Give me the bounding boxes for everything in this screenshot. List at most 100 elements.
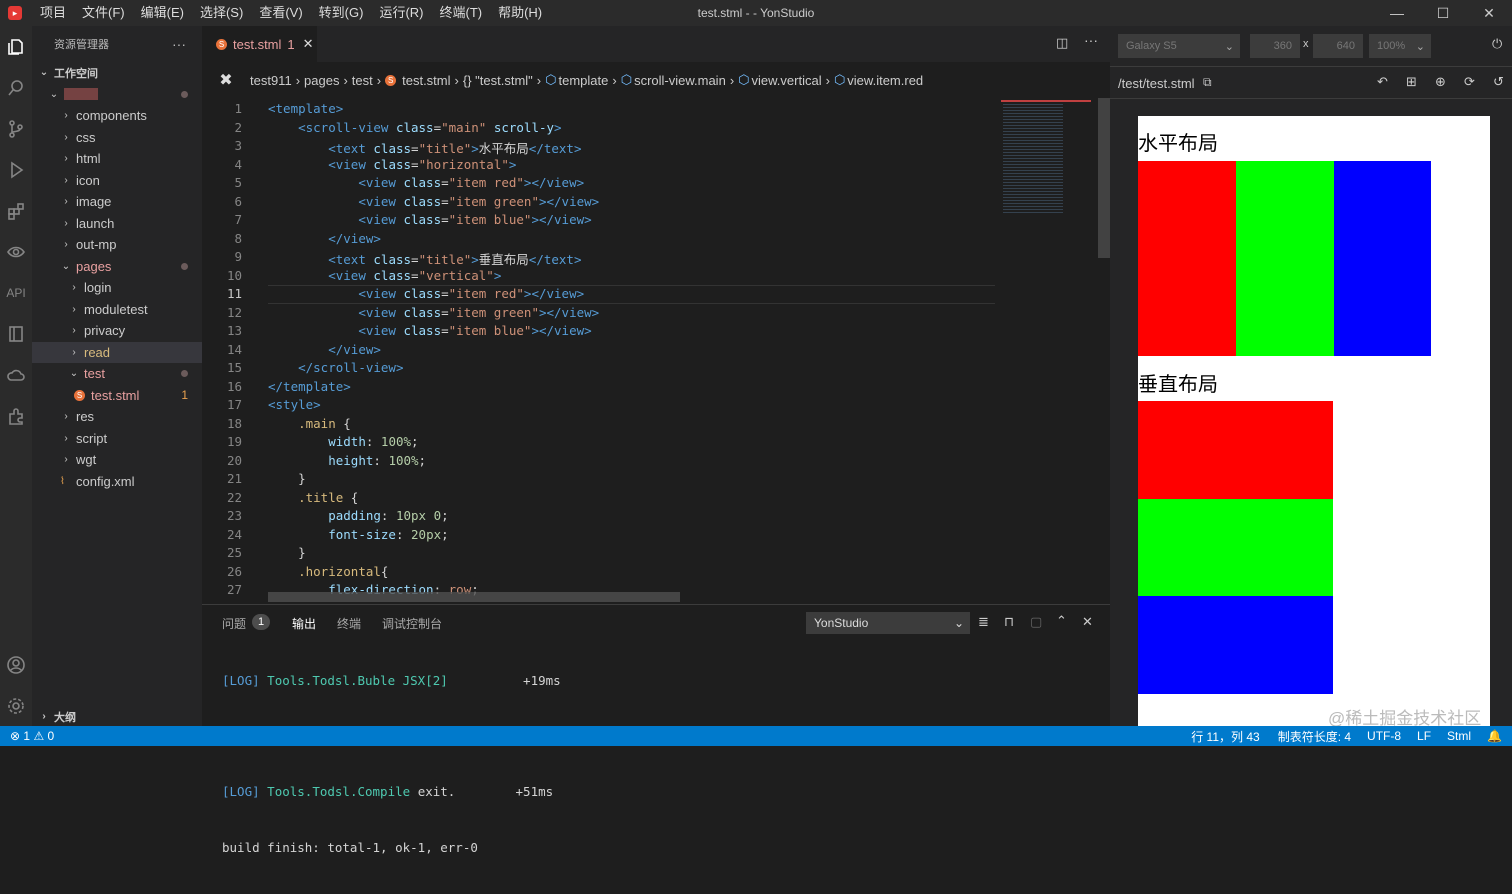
target-icon[interactable]: ⊕ <box>1435 74 1446 90</box>
tab-output[interactable]: 输出 <box>292 615 316 632</box>
menu-help[interactable]: 帮助(H) <box>490 0 550 26</box>
tree-item-wgt[interactable]: › wgt <box>32 449 202 471</box>
cursor-position[interactable]: 行 11，列 43 <box>1191 728 1259 745</box>
api-icon[interactable]: API <box>0 272 32 313</box>
breadcrumb-item[interactable]: scroll-view.main <box>634 73 726 88</box>
tree-item-test-stml[interactable]: Stest.stml 1 <box>32 385 202 407</box>
search-icon[interactable] <box>0 67 32 108</box>
breadcrumb-item[interactable]: view.vertical <box>752 73 822 88</box>
vertical-scrollbar[interactable] <box>1098 98 1110 604</box>
more-actions-icon[interactable]: ··· <box>172 36 186 52</box>
menu-terminal[interactable]: 终端(T) <box>431 0 490 26</box>
settings-gear-icon[interactable] <box>0 685 32 726</box>
errors-status[interactable]: ⊗ 1 ⚠ 0 <box>10 729 54 743</box>
tree-item-script[interactable]: › script <box>32 428 202 450</box>
breadcrumb-item[interactable]: template <box>558 73 608 88</box>
breadcrumb-item[interactable]: test911 <box>250 73 292 88</box>
tree-item-css[interactable]: › css <box>32 127 202 149</box>
tree-item-pages[interactable]: ⌄ pages <box>32 256 202 278</box>
tree-item-out-mp[interactable]: › out-mp <box>32 234 202 256</box>
device-select[interactable]: Galaxy S5 ⌄ <box>1118 34 1240 58</box>
run-debug-icon[interactable] <box>0 149 32 190</box>
minimize-icon[interactable]: — <box>1374 0 1420 26</box>
zoom-select[interactable]: 100% ⌄ <box>1369 34 1431 58</box>
horizontal-layout-title: 水平布局 <box>1138 131 1218 155</box>
menu-view[interactable]: 查看(V) <box>251 0 310 26</box>
tree-item-image[interactable]: › image <box>32 191 202 213</box>
workspace-root[interactable]: ⌄ 工作空间 <box>32 62 202 84</box>
output-channel-select[interactable]: YonStudio ⌄ <box>806 612 970 634</box>
tools-icon[interactable]: ✖ <box>202 70 250 90</box>
notifications-bell-icon[interactable]: 🔔 <box>1487 729 1502 743</box>
chevron-right-icon: › <box>64 196 68 208</box>
inspect-icon[interactable]: ⊞ <box>1406 74 1417 90</box>
breadcrumb-item[interactable]: test <box>352 73 373 88</box>
close-window-icon[interactable]: ✕ <box>1466 0 1512 26</box>
menu-file[interactable]: 文件(F) <box>74 0 133 26</box>
breadcrumb-item[interactable]: view.item.red <box>847 73 923 88</box>
project-folder[interactable]: ⌄ <box>32 84 202 106</box>
status-bar: ⊗ 1 ⚠ 0 行 11，列 43 制表符长度: 4 UTF-8 LF Stml… <box>0 726 1512 746</box>
encoding[interactable]: UTF-8 <box>1367 729 1401 743</box>
menu-run[interactable]: 运行(R) <box>371 0 431 26</box>
back-icon[interactable]: ↶ <box>1377 74 1388 90</box>
tree-item-config-xml[interactable]: ⌇ config.xml <box>32 471 202 493</box>
tree-item-components[interactable]: › components <box>32 105 202 127</box>
tree-item-launch[interactable]: › launch <box>32 213 202 235</box>
cloud-icon[interactable] <box>0 354 32 395</box>
chevron-down-icon: ⌄ <box>49 88 59 100</box>
more-actions-icon[interactable]: ··· <box>1084 32 1098 48</box>
width-input[interactable]: 360 <box>1250 34 1300 58</box>
open-log-icon[interactable]: ▢ <box>1030 614 1042 630</box>
tree-item-test[interactable]: ⌄ test <box>32 363 202 385</box>
height-input[interactable]: 640 <box>1313 34 1363 58</box>
close-panel-icon[interactable]: ✕ <box>1082 614 1093 630</box>
tab-problems[interactable]: 问题 <box>222 615 246 632</box>
problems-count-badge: 1 <box>252 614 270 630</box>
tree-item-res[interactable]: › res <box>32 406 202 428</box>
clear-output-icon[interactable]: ≣ <box>978 614 989 630</box>
tab-terminal[interactable]: 终端 <box>337 615 361 632</box>
copy-path-icon[interactable]: ⧉ <box>1203 75 1212 90</box>
tree-item-read[interactable]: › read <box>32 341 202 363</box>
minimap[interactable] <box>995 98 1098 604</box>
explorer-title: 资源管理器 <box>54 39 109 51</box>
menu-edit[interactable]: 编辑(E) <box>133 0 192 26</box>
maximize-panel-icon[interactable]: ⌃ <box>1056 613 1067 629</box>
tree-item-login[interactable]: › login <box>32 277 202 299</box>
breadcrumb-item[interactable]: test.stml <box>402 73 450 88</box>
explorer-icon[interactable] <box>0 26 32 67</box>
refresh-icon[interactable]: ⟳ <box>1464 74 1475 90</box>
lock-scroll-icon[interactable]: ⊓ <box>1004 614 1014 630</box>
rotate-icon[interactable]: ↺ <box>1493 74 1504 90</box>
menu-project[interactable]: 项目 <box>32 0 74 26</box>
horizontal-scrollbar[interactable] <box>268 592 680 602</box>
account-icon[interactable] <box>0 644 32 685</box>
breadcrumb-item[interactable]: {} "test.stml" <box>463 73 533 88</box>
tab-test-stml[interactable]: S test.stml 1 ✕ <box>202 26 317 62</box>
source-control-icon[interactable] <box>0 108 32 149</box>
outline-section[interactable]: › 大纲 <box>32 706 202 728</box>
language-mode[interactable]: Stml <box>1447 729 1471 743</box>
breadcrumb-item[interactable]: pages <box>304 73 339 88</box>
tree-item-privacy[interactable]: › privacy <box>32 320 202 342</box>
menu-goto[interactable]: 转到(G) <box>311 0 372 26</box>
extensions-icon[interactable] <box>0 190 32 231</box>
tree-item-html[interactable]: › html <box>32 148 202 170</box>
plugin-icon[interactable] <box>0 395 32 436</box>
chevron-down-icon: ⌄ <box>953 616 964 630</box>
tab-size[interactable]: 制表符长度: 4 <box>1278 728 1351 745</box>
tab-badge: 1 <box>287 36 295 52</box>
close-tab-icon[interactable]: ✕ <box>303 36 314 52</box>
tree-item-moduletest[interactable]: › moduletest <box>32 299 202 321</box>
maximize-icon[interactable]: ☐ <box>1420 0 1466 26</box>
tab-debug-console[interactable]: 调试控制台 <box>382 615 442 632</box>
code-editor[interactable]: 1 <template> 2 <scroll-view class="main" … <box>202 98 995 604</box>
split-editor-icon[interactable]: ◫ <box>1056 35 1068 51</box>
eol[interactable]: LF <box>1417 729 1431 743</box>
preview-eye-icon[interactable] <box>0 231 32 272</box>
power-icon[interactable]: ⏻ <box>1492 36 1502 52</box>
menu-selection[interactable]: 选择(S) <box>192 0 251 26</box>
tree-item-icon[interactable]: › icon <box>32 170 202 192</box>
book-icon[interactable] <box>0 313 32 354</box>
